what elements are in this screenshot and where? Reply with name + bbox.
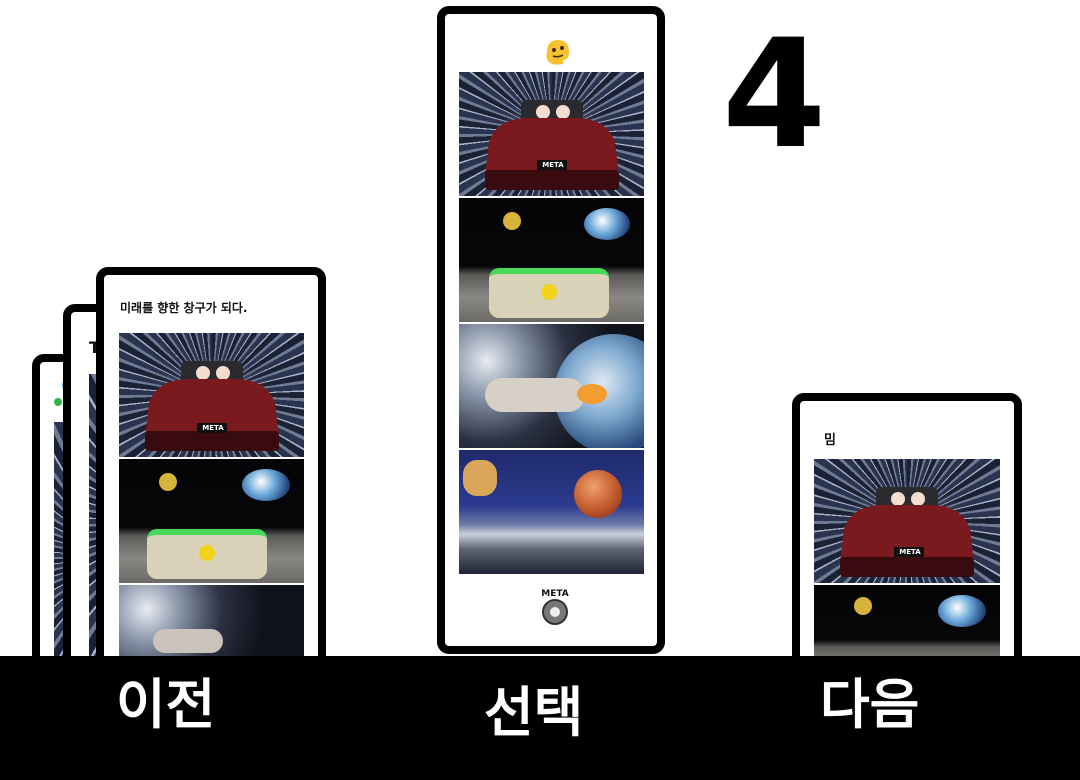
selected-rocket-photo: [459, 324, 644, 448]
next-card[interactable]: 밈 META: [792, 393, 1022, 678]
prev-button[interactable]: 이전: [116, 678, 215, 732]
select-button[interactable]: 선택: [484, 686, 583, 740]
doge-icon: [463, 460, 497, 496]
melting-face-icon: [543, 36, 573, 66]
radiation-icon: [541, 284, 557, 300]
svg-text:META: META: [541, 589, 569, 599]
next-card-title: 밈: [824, 433, 836, 448]
rocket-icon: [153, 629, 223, 653]
meta-gear-logo-icon: META: [533, 586, 577, 630]
rocket-photo: [119, 585, 304, 665]
earth-icon: [584, 208, 630, 240]
license-plate: META: [899, 548, 921, 556]
red-car-icon: [840, 487, 974, 577]
prev-card-front-title: 미래를 향한 창구가 되다.: [120, 301, 248, 315]
rocket-flame-icon: [577, 384, 607, 404]
selected-card[interactable]: META META: [437, 6, 665, 654]
next-button[interactable]: 다음: [820, 678, 919, 732]
bottom-nav-bar: 이전 선택 다음: [0, 656, 1080, 780]
prev-card-front[interactable]: 미래를 향한 창구가 되다. META: [96, 267, 326, 677]
earth-icon: [938, 595, 986, 627]
red-car-icon: [485, 100, 619, 190]
mars-icon: [574, 470, 622, 518]
astronaut-icon: [503, 212, 521, 230]
red-car-icon: [145, 361, 279, 451]
license-plate: META: [202, 424, 224, 432]
tesla-car-photo: META: [119, 333, 304, 457]
selected-mars-photo: [459, 450, 644, 574]
astronaut-icon: [854, 597, 872, 615]
moon-tub-photo: [119, 459, 304, 583]
astronaut-icon: [159, 473, 177, 491]
selected-moon-tub-photo: [459, 198, 644, 322]
rocket-icon: [485, 378, 585, 412]
license-plate: META: [542, 161, 564, 169]
earth-icon: [242, 469, 290, 501]
green-dot-icon: [54, 398, 62, 406]
radiation-icon: [199, 545, 215, 561]
next-tesla-photo: META: [814, 459, 1000, 583]
selected-tesla-photo: META: [459, 72, 644, 196]
slide-counter: 4: [722, 8, 827, 182]
